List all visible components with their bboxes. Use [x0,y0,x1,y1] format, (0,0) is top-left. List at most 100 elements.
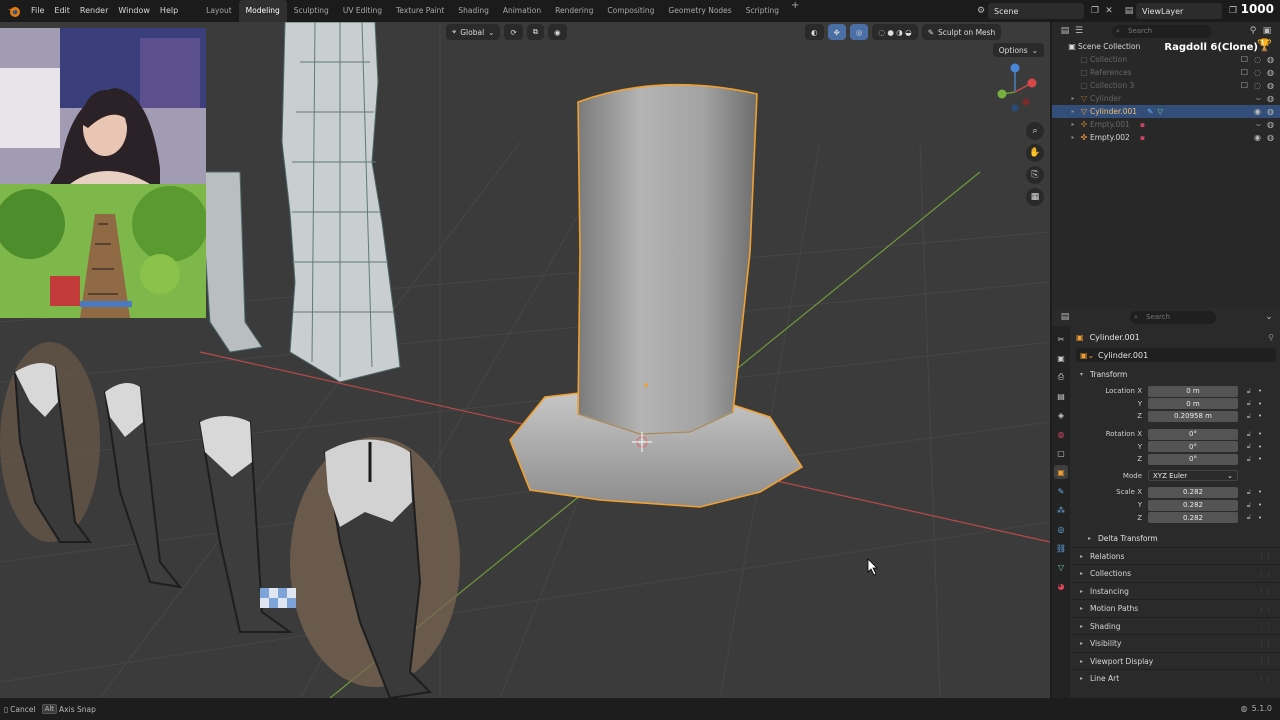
scene-tab-icon[interactable]: ◈ [1054,408,1068,422]
object-tab-icon[interactable]: ▣ [1054,465,1068,479]
transform-panel-header[interactable]: ▾ Transform [1072,366,1280,383]
camera-icon[interactable]: ◍ [1267,107,1274,116]
copy-scene-icon[interactable]: ❐ [1088,4,1102,18]
location-y-field[interactable]: 0 m [1148,398,1238,410]
lock-icon[interactable]: 🔓︎ [1242,399,1256,408]
row-toggles[interactable]: ◉ ◍ [1254,133,1274,142]
pin-icon[interactable]: ⚲ [1268,333,1274,342]
checkbox-icon[interactable]: ☐ [1241,55,1248,64]
menu-render[interactable]: Render [75,0,113,22]
modifier-tab-icon[interactable]: ✎ [1054,484,1068,498]
tab-sculpting[interactable]: Sculpting [287,0,336,22]
chevron-down-icon[interactable]: ⌄ [1262,310,1276,324]
relations-panel-header[interactable]: ▸ Relations ⋮⋮ [1072,546,1280,565]
tab-animation[interactable]: Animation [496,0,548,22]
outliner-row[interactable]: ▸ ✜ Empty.002 ▪ ◉ ◍ [1052,131,1280,144]
add-workspace-button[interactable]: + [786,0,804,22]
row-toggles[interactable]: ☐ ◌ ◍ [1241,81,1274,90]
new-collection-icon[interactable]: ▣ [1260,24,1274,38]
lock-icon[interactable]: 🔓︎ [1242,412,1256,421]
motion-paths-panel-header[interactable]: ▸ Motion Paths ⋮⋮ [1072,599,1280,617]
camera-icon[interactable]: ◍ [1267,120,1274,130]
3d-viewport[interactable]: ⌖ Global ⌄ ⟳ ⧉ ◉ ◐ ✥ ◎ ◌ ● ◑ ◒ ✎ Sculpt … [0,22,1050,698]
lock-icon[interactable]: 🔓︎ [1242,442,1256,451]
filter-icon[interactable]: ⚲ [1246,24,1260,38]
transform-pivot-button[interactable]: ⟳ [504,24,523,40]
instancing-panel-header[interactable]: ▸ Instancing ⋮⋮ [1072,581,1280,600]
transform-orientation-dropdown[interactable]: ⌖ Global ⌄ [446,24,501,40]
remove-scene-icon[interactable]: ✕ [1102,4,1116,18]
viewport-display-panel-header[interactable]: ▸ Viewport Display ⋮⋮ [1072,651,1280,670]
drag-grip-icon[interactable]: ⋮⋮ [1258,552,1272,560]
tool-tab-icon[interactable]: ✂ [1054,332,1068,346]
shading-modes[interactable]: ◌ ● ◑ ◒ [872,24,918,40]
material-tab-icon[interactable]: ◕ [1054,579,1068,593]
location-z-field[interactable]: 0.20958 m [1148,410,1238,422]
keyframe-dot-icon[interactable]: • [1256,488,1264,496]
eye-closed-icon[interactable]: ⌣ [1256,94,1261,104]
row-toggles[interactable]: ◉ ◍ [1254,107,1274,116]
display-mode-icon[interactable]: ☰ [1072,24,1086,38]
outliner-search-input[interactable]: ⌕ Search [1112,24,1212,38]
camera-icon[interactable]: ◍ [1267,81,1274,90]
editor-type-icon[interactable]: ▤ [1058,24,1072,38]
view-layer-field[interactable]: ViewLayer [1136,3,1222,19]
drag-grip-icon[interactable]: ⋮⋮ [1258,675,1272,683]
eye-icon[interactable]: ◉ [1254,107,1261,116]
camera-icon[interactable]: ◍ [1267,68,1274,77]
particles-tab-icon[interactable]: ⁂ [1054,503,1068,517]
tab-layout[interactable]: Layout [199,0,239,22]
drag-grip-icon[interactable]: ⋮⋮ [1258,657,1272,665]
sculpt-on-mesh-button[interactable]: ✎ Sculpt on Mesh [921,24,1002,40]
row-toggles[interactable]: ☐ ◌ ◍ [1241,55,1274,64]
expand-arrow-icon[interactable]: ▸ [1068,95,1078,102]
tab-shading[interactable]: Shading [451,0,495,22]
keyframe-dot-icon[interactable]: • [1256,514,1264,522]
keyframe-dot-icon[interactable]: • [1256,400,1264,408]
lock-icon[interactable]: 🔓︎ [1242,513,1256,522]
outliner-row[interactable]: ▢ Collection 3 ☐ ◌ ◍ [1052,79,1280,92]
menu-help[interactable]: Help [155,0,183,22]
camera-icon[interactable]: ◍ [1267,133,1274,142]
keyframe-dot-icon[interactable]: • [1256,387,1264,395]
menu-edit[interactable]: Edit [49,0,75,22]
camera-icon[interactable]: ◍ [1267,55,1274,64]
blender-logo-icon[interactable] [6,3,22,19]
view-layer-tab-icon[interactable]: ▤ [1054,389,1068,403]
expand-arrow-icon[interactable]: ▸ [1068,134,1078,141]
drag-grip-icon[interactable]: ⋮⋮ [1258,570,1272,578]
expand-arrow-icon[interactable]: ▸ [1068,108,1078,115]
scale-z-field[interactable]: 0.282 [1148,512,1238,524]
menu-file[interactable]: File [26,0,49,22]
tab-rendering[interactable]: Rendering [548,0,600,22]
data-tab-icon[interactable]: ▽ [1054,560,1068,574]
tab-geometry-nodes[interactable]: Geometry Nodes [661,0,738,22]
tab-compositing[interactable]: Compositing [600,0,661,22]
shading-panel-header[interactable]: ▸ Shading ⋮⋮ [1072,616,1280,635]
visibility-panel-header[interactable]: ▸ Visibility ⋮⋮ [1072,634,1280,652]
row-toggles[interactable]: ⌣ ◍ [1256,94,1274,104]
camera-icon[interactable]: ⎘ [1026,166,1044,184]
expand-arrow-icon[interactable]: ▸ [1068,121,1078,128]
delta-transform-header[interactable]: ▸ Delta Transform [1072,530,1280,547]
lock-icon[interactable]: 🔓︎ [1242,501,1256,510]
editor-type-icon[interactable]: ▤ [1058,310,1072,324]
drag-grip-icon[interactable]: ⋮⋮ [1258,587,1272,595]
camera-icon[interactable]: ◍ [1267,94,1274,104]
drag-grip-icon[interactable]: ⋮⋮ [1258,605,1272,613]
collections-panel-header[interactable]: ▸ Collections ⋮⋮ [1072,564,1280,582]
overlays-toggle-button[interactable]: ◎ [849,24,869,40]
row-toggles[interactable]: ⌣ ◍ [1256,120,1274,130]
object-name-field[interactable]: ▣⌄ Cylinder.001 [1076,348,1276,362]
tab-uv-editing[interactable]: UV Editing [336,0,389,22]
output-tab-icon[interactable]: ⎙ [1054,370,1068,384]
outliner-row-selected[interactable]: ▸ ▽ Cylinder.001 ✎ ▽ ◉ ◍ [1052,105,1280,118]
keyframe-dot-icon[interactable]: • [1256,501,1264,509]
constraints-tab-icon[interactable]: ⛓ [1054,541,1068,555]
copy-view-layer-icon[interactable]: ❐ [1226,4,1240,18]
drag-grip-icon[interactable]: ⋮⋮ [1258,622,1272,630]
properties-search-input[interactable]: ⌕ Search [1130,310,1216,324]
checkbox-icon[interactable]: ☐ [1241,68,1248,77]
eye-closed-icon[interactable]: ⌣ [1256,120,1261,130]
line-art-panel-header[interactable]: ▸ Line Art ⋮⋮ [1072,669,1280,687]
